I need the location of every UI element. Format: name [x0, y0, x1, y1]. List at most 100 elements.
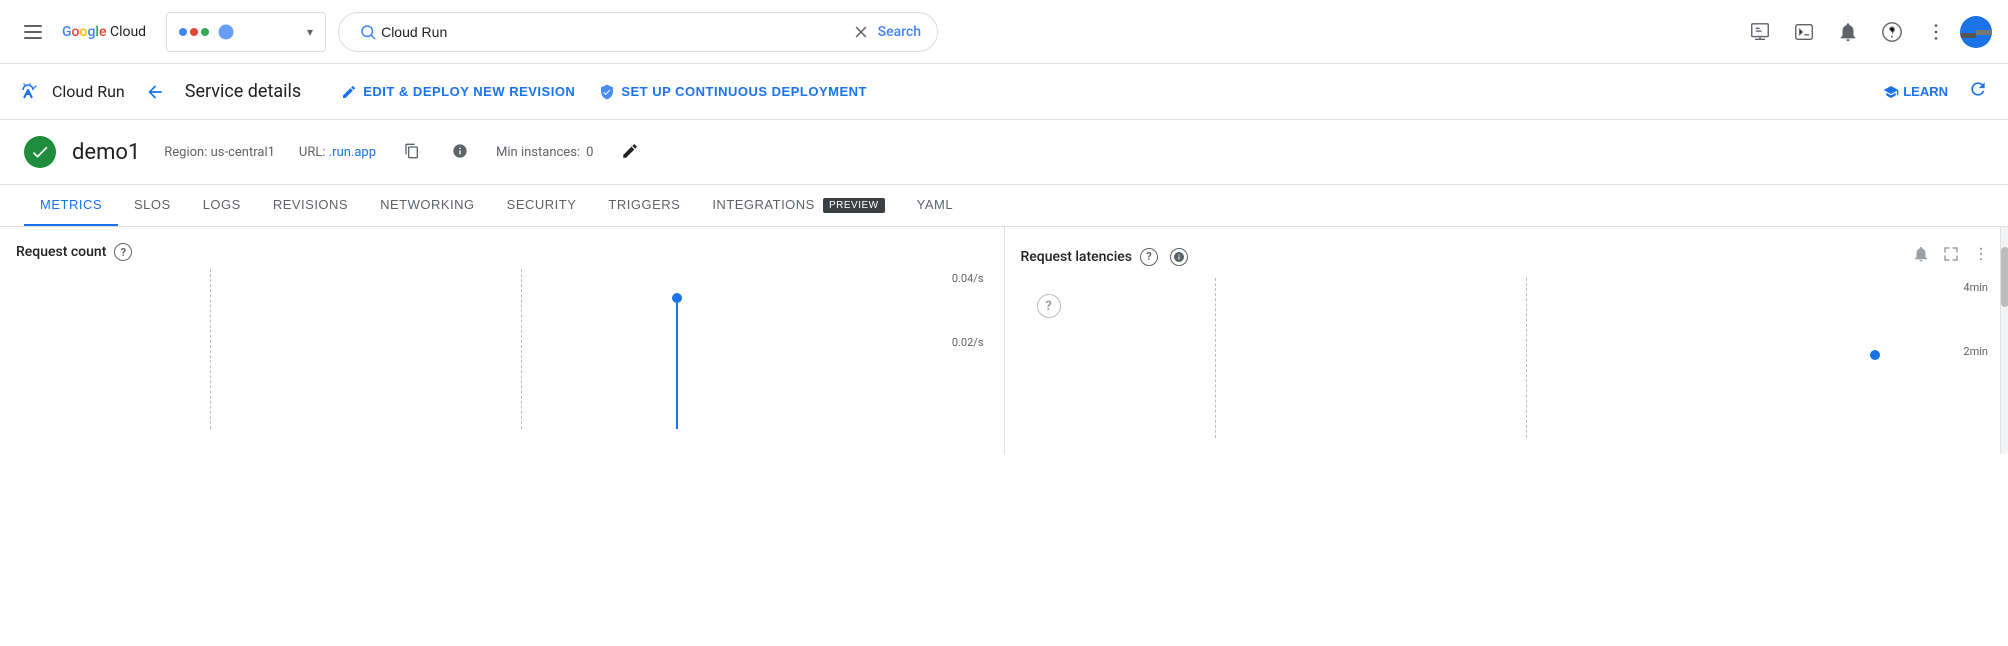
latency-help-circle[interactable]: ?: [1037, 294, 1061, 318]
edit-deploy-button[interactable]: EDIT & DEPLOY NEW REVISION: [341, 84, 575, 100]
project-selector[interactable]: ▾: [166, 12, 326, 52]
back-button[interactable]: [141, 78, 169, 106]
url-info: URL: .run.app: [299, 145, 376, 160]
refresh-icon: [1968, 79, 1988, 99]
more-chart-options-button[interactable]: [1970, 243, 1992, 270]
latency-dashed-line-1: [1215, 278, 1216, 438]
service-name: demo1: [72, 140, 140, 165]
dashed-line-2: [521, 269, 522, 429]
cloud-run-logo-icon: [16, 78, 44, 106]
cloud-run-brand: Cloud Run: [16, 78, 125, 106]
url-label: URL:: [299, 145, 326, 160]
help-icon: [1881, 21, 1903, 43]
docs-icon: [1749, 21, 1771, 43]
sub-navigation: Cloud Run Service details EDIT & DEPLOY …: [0, 64, 2008, 120]
docs-button[interactable]: [1740, 12, 1780, 52]
request-latencies-title: Request latencies: [1021, 249, 1133, 265]
copy-icon: [404, 143, 420, 159]
info-circle-icon: [452, 143, 468, 159]
refresh-button[interactable]: [1964, 75, 1992, 108]
tab-slos[interactable]: SLOS: [118, 185, 187, 226]
request-count-help-icon[interactable]: ?: [114, 243, 132, 261]
tab-triggers[interactable]: TRIGGERS: [592, 185, 696, 226]
learn-label: LEARN: [1903, 84, 1948, 99]
terminal-button[interactable]: [1784, 12, 1824, 52]
tab-security[interactable]: SECURITY: [491, 185, 593, 226]
expand-icon: [1942, 245, 1960, 263]
request-count-chart-body: 0.04/s 0.02/s: [16, 269, 988, 429]
terminal-icon: [1793, 21, 1815, 43]
tab-metrics[interactable]: METRICS: [24, 185, 118, 226]
latency-data-point-1: [1870, 350, 1880, 360]
edit-icon: [341, 84, 357, 100]
service-metadata: Region: us-central1 URL: .run.app Min in…: [164, 138, 643, 167]
hamburger-icon: [24, 25, 42, 39]
nav-actions: [1740, 12, 1992, 52]
project-icon: [217, 23, 235, 41]
clear-search-button[interactable]: [848, 19, 874, 45]
request-count-chart: Request count ? 0.04/s 0.02/s: [0, 227, 1005, 454]
search-icon: [359, 23, 377, 41]
tabs-bar: METRICS SLOS LOGS REVISIONS NETWORKING S…: [0, 185, 2008, 227]
scrollbar-thumb: [2001, 247, 2008, 307]
cloud-run-title: Cloud Run: [52, 82, 125, 101]
hamburger-menu-button[interactable]: [16, 17, 50, 47]
min-instances-label: Min instances:: [496, 145, 580, 160]
search-input[interactable]: [381, 24, 848, 40]
url-info-button[interactable]: [448, 139, 472, 166]
avatar[interactable]: [1960, 16, 1992, 48]
edit-min-instances-button[interactable]: [617, 138, 643, 167]
search-button[interactable]: [355, 19, 381, 45]
scrollbar[interactable]: [2000, 227, 2008, 454]
vertical-dots-icon: [1972, 245, 1990, 263]
request-latencies-header: Request latencies ?: [1021, 243, 1993, 270]
tab-logs[interactable]: LOGS: [187, 185, 257, 226]
tab-networking[interactable]: NETWORKING: [364, 185, 491, 226]
latency-dashed-line-2: [1526, 278, 1527, 438]
edit-deploy-label: EDIT & DEPLOY NEW REVISION: [363, 84, 575, 99]
learn-button[interactable]: LEARN: [1883, 84, 1948, 100]
copy-url-button[interactable]: [400, 139, 424, 166]
subnav-actions: EDIT & DEPLOY NEW REVISION SET UP CONTIN…: [341, 84, 867, 100]
min-instances-info: Min instances: 0: [496, 145, 593, 160]
y-label-mid: 0.02/s: [952, 336, 984, 349]
request-latencies-help-icon[interactable]: ?: [1140, 248, 1158, 266]
service-status-icon: [24, 136, 56, 168]
region-value: us-central1: [211, 145, 275, 160]
help-button[interactable]: [1872, 12, 1912, 52]
notifications-button[interactable]: [1828, 12, 1868, 52]
info-icon-svg: [1173, 251, 1185, 263]
google-cloud-logo[interactable]: Google Cloud: [62, 24, 146, 40]
more-options-button[interactable]: [1916, 12, 1956, 52]
tab-revisions[interactable]: REVISIONS: [257, 185, 364, 226]
continuous-deployment-label: SET UP CONTINUOUS DEPLOYMENT: [621, 84, 867, 99]
service-info-bar: demo1 Region: us-central1 URL: .run.app …: [0, 120, 2008, 185]
request-count-header: Request count ?: [16, 243, 988, 261]
request-latencies-info-icon[interactable]: [1170, 248, 1188, 266]
chevron-down-icon: ▾: [307, 25, 313, 39]
subnav-right: LEARN: [1883, 75, 1992, 108]
tab-yaml[interactable]: YAML: [901, 185, 969, 226]
url-link[interactable]: .run.app: [329, 145, 376, 160]
close-icon: [852, 23, 870, 41]
bell-icon: [1912, 245, 1930, 263]
deploy-icon: [599, 84, 615, 100]
tab-integrations[interactable]: INTEGRATIONS PREVIEW: [696, 185, 900, 226]
request-count-title: Request count: [16, 244, 106, 260]
notifications-icon: [1837, 21, 1859, 43]
dashed-line-1: [210, 269, 211, 429]
data-vertical-line: [676, 298, 678, 429]
continuous-deployment-button[interactable]: SET UP CONTINUOUS DEPLOYMENT: [599, 84, 867, 100]
expand-chart-button[interactable]: [1940, 243, 1962, 270]
more-icon: [1925, 21, 1947, 43]
tab-integrations-label: INTEGRATIONS: [712, 197, 815, 212]
alert-button[interactable]: [1910, 243, 1932, 270]
search-label: Search: [878, 24, 921, 40]
y-label-4min: 4min: [1963, 281, 1988, 294]
preview-badge: PREVIEW: [823, 198, 885, 213]
y-label-high: 0.04/s: [952, 272, 984, 285]
request-latencies-chart-body: ? 4min 2min: [1021, 278, 1993, 438]
checkmark-icon: [30, 142, 50, 162]
page-title: Service details: [185, 81, 301, 102]
back-arrow-icon: [145, 82, 165, 102]
